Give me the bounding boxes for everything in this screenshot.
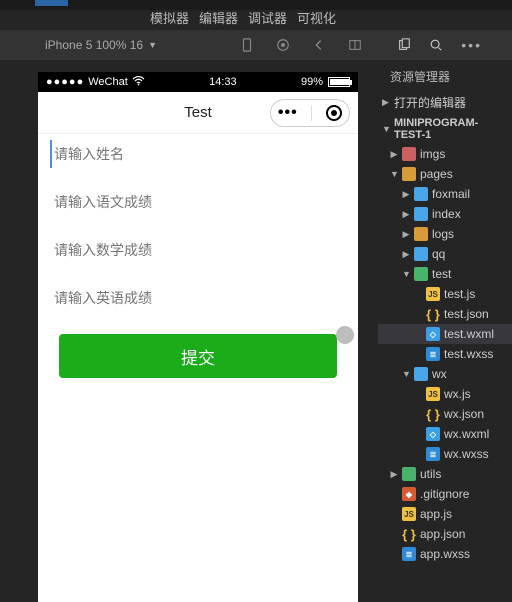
- math-input[interactable]: [50, 236, 346, 264]
- file-app-wxss[interactable]: ▶≣app.wxss: [378, 544, 512, 564]
- device-selector[interactable]: iPhone 5 100% 16: [45, 38, 143, 52]
- folder-pages[interactable]: ▼pages: [378, 164, 512, 184]
- back-icon[interactable]: [312, 38, 326, 52]
- json-icon: { }: [402, 527, 416, 541]
- nav-bar: Test •••: [38, 92, 358, 134]
- wxss-icon: ≣: [426, 447, 440, 461]
- open-editors-label: 打开的编辑器: [394, 94, 466, 111]
- explorer-title: 资源管理器: [378, 60, 512, 91]
- page-title: Test: [184, 104, 212, 121]
- resize-knob-icon[interactable]: [336, 326, 354, 344]
- toolbar: iPhone 5 100% 16 ▼ •••: [0, 30, 512, 60]
- avatar-slice: [35, 0, 68, 6]
- submit-wrap: 提交: [50, 334, 346, 378]
- clock-label: 14:33: [209, 76, 237, 88]
- file-app-js[interactable]: ▶JSapp.js: [378, 504, 512, 524]
- folder-icon: [414, 367, 428, 381]
- more-icon[interactable]: •••: [461, 37, 482, 53]
- folder-icon: [414, 247, 428, 261]
- capsule-buttons: •••: [270, 99, 350, 127]
- copy-icon[interactable]: [397, 38, 411, 52]
- battery-icon: [328, 77, 350, 87]
- project-label: MINIPROGRAM-TEST-1: [394, 117, 508, 141]
- capsule-divider: [311, 105, 312, 121]
- toolbar-right-icons: •••: [397, 30, 482, 60]
- name-input[interactable]: [50, 140, 346, 168]
- js-icon: JS: [402, 507, 416, 521]
- chevron-right-icon: ▶: [382, 97, 390, 108]
- wxml-icon: ◇: [426, 427, 440, 441]
- english-input[interactable]: [50, 284, 346, 312]
- project-section[interactable]: ▼ MINIPROGRAM-TEST-1: [378, 114, 512, 144]
- wxss-icon: ≣: [402, 547, 416, 561]
- layout-icon[interactable]: [348, 38, 362, 52]
- folder-qq[interactable]: ▶qq: [378, 244, 512, 264]
- folder-icon: [414, 227, 428, 241]
- folder-index[interactable]: ▶index: [378, 204, 512, 224]
- folder-icon: [402, 167, 416, 181]
- file-test-wxml[interactable]: ▶◇test.wxml: [378, 324, 512, 344]
- file-app-json[interactable]: ▶{ }app.json: [378, 524, 512, 544]
- menu-visualize[interactable]: 可视化: [297, 8, 336, 27]
- search-icon[interactable]: [429, 38, 443, 52]
- chinese-input[interactable]: [50, 188, 346, 216]
- mobile-icon[interactable]: [240, 38, 254, 52]
- folder-logs[interactable]: ▶logs: [378, 224, 512, 244]
- file-wx-json[interactable]: ▶{ }wx.json: [378, 404, 512, 424]
- chevron-down-icon: ▼: [382, 124, 390, 134]
- open-editors-section[interactable]: ▶ 打开的编辑器: [378, 91, 512, 114]
- file-test-wxss[interactable]: ▶≣test.wxss: [378, 344, 512, 364]
- signal-icon: ●●●●●: [46, 76, 84, 88]
- explorer-panel: 资源管理器 ▶ 打开的编辑器 ▼ MINIPROGRAM-TEST-1 ▶img…: [378, 60, 512, 602]
- top-menu-bar: 模拟器 编辑器 调试器 可视化: [150, 6, 336, 28]
- submit-button[interactable]: 提交: [59, 334, 337, 378]
- folder-icon: [414, 207, 428, 221]
- wxss-icon: ≣: [426, 347, 440, 361]
- form-area: 提交: [38, 134, 358, 384]
- js-icon: JS: [426, 387, 440, 401]
- record-icon[interactable]: [276, 38, 290, 52]
- js-icon: JS: [426, 287, 440, 301]
- folder-wx[interactable]: ▼wx: [378, 364, 512, 384]
- folder-test[interactable]: ▼test: [378, 264, 512, 284]
- file-tree: ▶imgs ▼pages ▶foxmail ▶index ▶logs ▶qq ▼…: [378, 144, 512, 564]
- battery-percent: 99%: [301, 76, 323, 88]
- folder-utils[interactable]: ▶utils: [378, 464, 512, 484]
- file-test-json[interactable]: ▶{ }test.json: [378, 304, 512, 324]
- wifi-icon: [132, 76, 145, 89]
- folder-imgs[interactable]: ▶imgs: [378, 144, 512, 164]
- menu-debugger[interactable]: 调试器: [248, 8, 287, 27]
- capsule-close-icon[interactable]: [326, 105, 342, 121]
- file-wx-wxss[interactable]: ▶≣wx.wxss: [378, 444, 512, 464]
- folder-foxmail[interactable]: ▶foxmail: [378, 184, 512, 204]
- file-gitignore[interactable]: ▶◆.gitignore: [378, 484, 512, 504]
- git-icon: ◆: [402, 487, 416, 501]
- folder-icon: [414, 187, 428, 201]
- folder-icon: [414, 267, 428, 281]
- menu-editor[interactable]: 编辑器: [199, 8, 238, 27]
- json-icon: { }: [426, 307, 440, 321]
- simulator-phone: ●●●●● WeChat 14:33 99% Test ••• 提交: [38, 72, 358, 602]
- folder-icon: [402, 147, 416, 161]
- file-wx-js[interactable]: ▶JSwx.js: [378, 384, 512, 404]
- folder-icon: [402, 467, 416, 481]
- file-wx-wxml[interactable]: ▶◇wx.wxml: [378, 424, 512, 444]
- status-bar: ●●●●● WeChat 14:33 99%: [38, 72, 358, 92]
- wxml-icon: ◇: [426, 327, 440, 341]
- chevron-down-icon[interactable]: ▼: [148, 40, 157, 50]
- file-test-js[interactable]: ▶JStest.js: [378, 284, 512, 304]
- capsule-menu-icon[interactable]: •••: [278, 104, 298, 122]
- toolbar-center-icons: [240, 30, 362, 60]
- json-icon: { }: [426, 407, 440, 421]
- menu-simulator[interactable]: 模拟器: [150, 8, 189, 27]
- carrier-label: WeChat: [88, 76, 128, 88]
